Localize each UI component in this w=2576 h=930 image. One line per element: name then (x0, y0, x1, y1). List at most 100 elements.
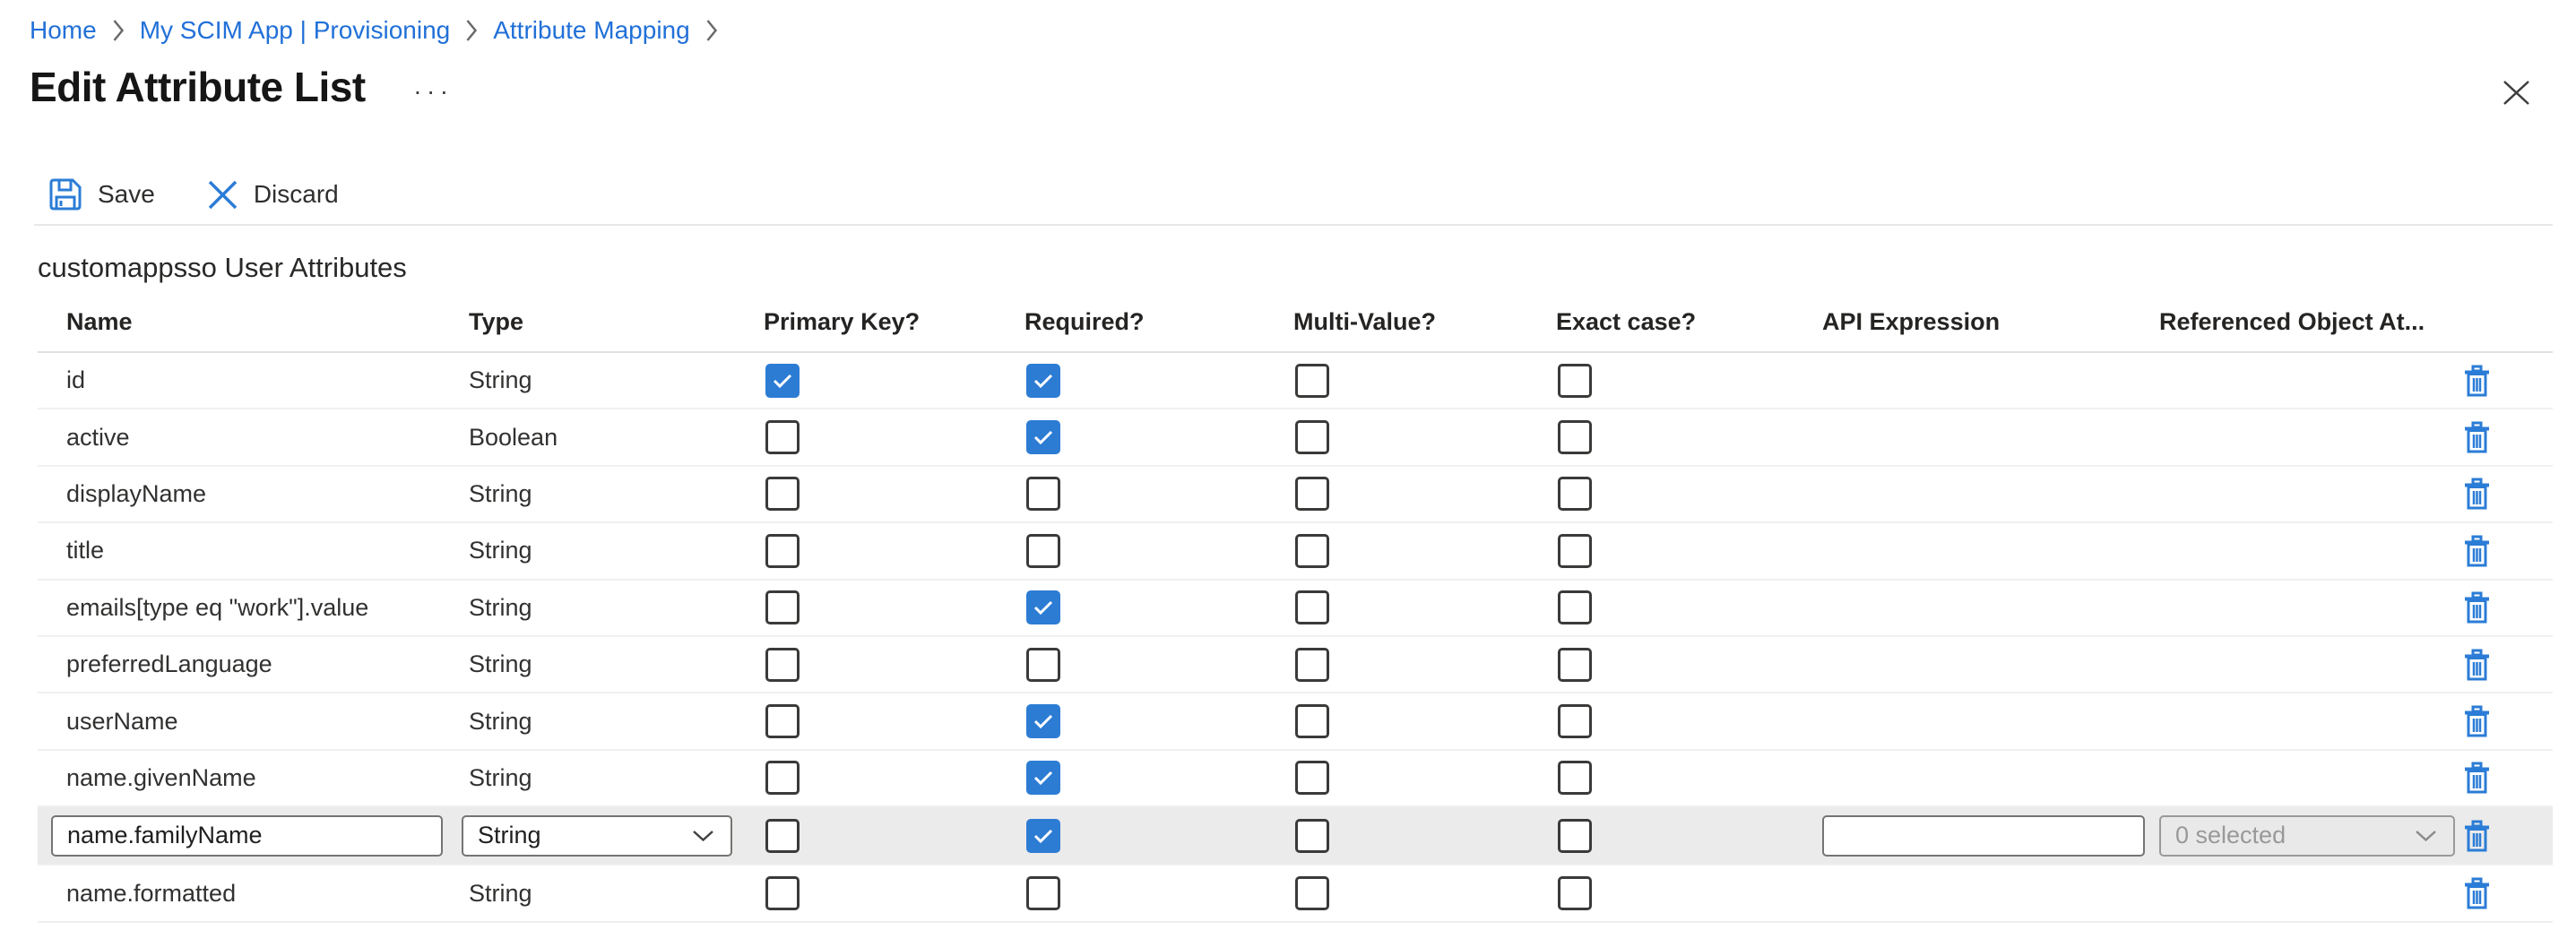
multi-value-checkbox[interactable] (1295, 534, 1329, 568)
required-checkbox[interactable] (1026, 534, 1060, 568)
primary-key-checkbox[interactable] (765, 876, 800, 910)
trash-icon (2464, 365, 2490, 397)
delete-row-button[interactable] (2464, 421, 2490, 453)
api-expression-input[interactable] (1822, 815, 2145, 857)
delete-row-button[interactable] (2464, 820, 2490, 852)
attribute-row: idString (38, 353, 2553, 409)
chevron-right-icon (112, 19, 125, 42)
close-panel-button[interactable] (2497, 73, 2535, 111)
delete-row-button[interactable] (2464, 705, 2490, 737)
save-icon (48, 177, 82, 211)
multi-value-checkbox[interactable] (1295, 590, 1329, 624)
column-header-name: Name (38, 308, 459, 336)
discard-label: Discard (254, 180, 339, 209)
exact-case-checkbox[interactable] (1558, 364, 1592, 398)
required-checkbox[interactable] (1026, 590, 1060, 624)
breadcrumb-link-attribute-mapping[interactable]: Attribute Mapping (493, 13, 689, 48)
column-header-exact-case: Exact case? (1556, 308, 1822, 336)
context-menu-ellipsis-icon[interactable]: ... (414, 72, 454, 100)
delete-row-button[interactable] (2464, 877, 2490, 909)
primary-key-checkbox[interactable] (765, 704, 800, 738)
breadcrumb-link-provisioning[interactable]: My SCIM App | Provisioning (140, 13, 451, 48)
attribute-row: name.givenName String (38, 751, 2553, 807)
section-heading: customappsso User Attributes (38, 252, 407, 284)
required-checkbox[interactable] (1026, 704, 1060, 738)
save-label: Save (98, 180, 155, 209)
required-checkbox[interactable] (1026, 364, 1060, 398)
primary-key-checkbox[interactable] (765, 477, 800, 511)
multi-value-checkbox[interactable] (1295, 477, 1329, 511)
chevron-right-icon (705, 19, 718, 42)
attribute-name: userName (66, 708, 178, 736)
delete-row-button[interactable] (2464, 649, 2490, 681)
attribute-name-input[interactable] (51, 815, 443, 857)
multi-value-checkbox[interactable] (1295, 648, 1329, 682)
exact-case-checkbox[interactable] (1558, 477, 1592, 511)
referenced-object-dropdown[interactable]: 0 selected (2159, 815, 2455, 857)
chevron-down-icon (2415, 830, 2437, 842)
breadcrumb: Home My SCIM App | Provisioning Attribut… (30, 13, 733, 48)
chevron-right-icon (465, 19, 478, 42)
type-select[interactable]: String (462, 815, 732, 857)
exact-case-checkbox[interactable] (1558, 876, 1592, 910)
exact-case-checkbox[interactable] (1558, 534, 1592, 568)
exact-case-checkbox[interactable] (1558, 648, 1592, 682)
exact-case-checkbox[interactable] (1558, 704, 1592, 738)
attribute-type: String (469, 764, 532, 792)
primary-key-checkbox[interactable] (765, 364, 800, 398)
attribute-table-header: Name Type Primary Key? Required? Multi-V… (38, 292, 2553, 353)
multi-value-checkbox[interactable] (1295, 364, 1329, 398)
exact-case-checkbox[interactable] (1558, 420, 1592, 454)
delete-row-button[interactable] (2464, 535, 2490, 567)
multi-value-checkbox[interactable] (1295, 704, 1329, 738)
type-select-value: String (478, 822, 541, 849)
toolbar-divider (34, 224, 2553, 226)
primary-key-checkbox[interactable] (765, 420, 800, 454)
breadcrumb-link-home[interactable]: Home (30, 13, 97, 48)
trash-icon (2464, 820, 2490, 852)
attribute-type: String (469, 650, 532, 678)
attribute-name: active (66, 424, 130, 452)
required-checkbox[interactable] (1026, 477, 1060, 511)
trash-icon (2464, 591, 2490, 624)
multi-value-checkbox[interactable] (1295, 420, 1329, 454)
attribute-row: emails[type eq "work"].valueString (38, 581, 2553, 637)
required-checkbox[interactable] (1026, 876, 1060, 910)
delete-row-button[interactable] (2464, 365, 2490, 397)
required-checkbox[interactable] (1026, 420, 1060, 454)
multi-value-checkbox[interactable] (1295, 876, 1329, 910)
trash-icon (2464, 478, 2490, 510)
attribute-name: id (66, 366, 85, 394)
primary-key-checkbox[interactable] (765, 761, 800, 795)
primary-key-checkbox[interactable] (765, 534, 800, 568)
primary-key-checkbox[interactable] (765, 648, 800, 682)
attribute-table-body: idStringactiveBooleandisplayNameStringti… (38, 353, 2553, 923)
column-header-multi-value: Multi-Value? (1293, 308, 1556, 336)
multi-value-checkbox[interactable] (1295, 819, 1329, 853)
discard-button[interactable]: Discard (207, 179, 339, 211)
attribute-row: preferredLanguageString (38, 637, 2553, 693)
required-checkbox[interactable] (1026, 648, 1060, 682)
exact-case-checkbox[interactable] (1558, 590, 1592, 624)
column-header-type: Type (459, 308, 764, 336)
attribute-row: titleString (38, 523, 2553, 580)
save-button[interactable]: Save (48, 177, 155, 211)
column-header-api-expression: API Expression (1822, 308, 2159, 336)
multi-value-checkbox[interactable] (1295, 761, 1329, 795)
primary-key-checkbox[interactable] (765, 819, 800, 853)
attribute-row: activeBoolean (38, 409, 2553, 466)
attribute-type: String (469, 480, 532, 508)
column-header-primary-key: Primary Key? (764, 308, 1024, 336)
delete-row-button[interactable] (2464, 478, 2490, 510)
exact-case-checkbox[interactable] (1558, 819, 1592, 853)
required-checkbox[interactable] (1026, 761, 1060, 795)
exact-case-checkbox[interactable] (1558, 761, 1592, 795)
delete-row-button[interactable] (2464, 591, 2490, 624)
primary-key-checkbox[interactable] (765, 590, 800, 624)
required-checkbox[interactable] (1026, 819, 1060, 853)
delete-row-button[interactable] (2464, 762, 2490, 794)
column-header-referenced-object: Referenced Object At... (2159, 308, 2464, 336)
chevron-down-icon (692, 830, 714, 842)
attribute-row: displayNameString (38, 467, 2553, 523)
attribute-name: name.givenName (66, 764, 256, 792)
